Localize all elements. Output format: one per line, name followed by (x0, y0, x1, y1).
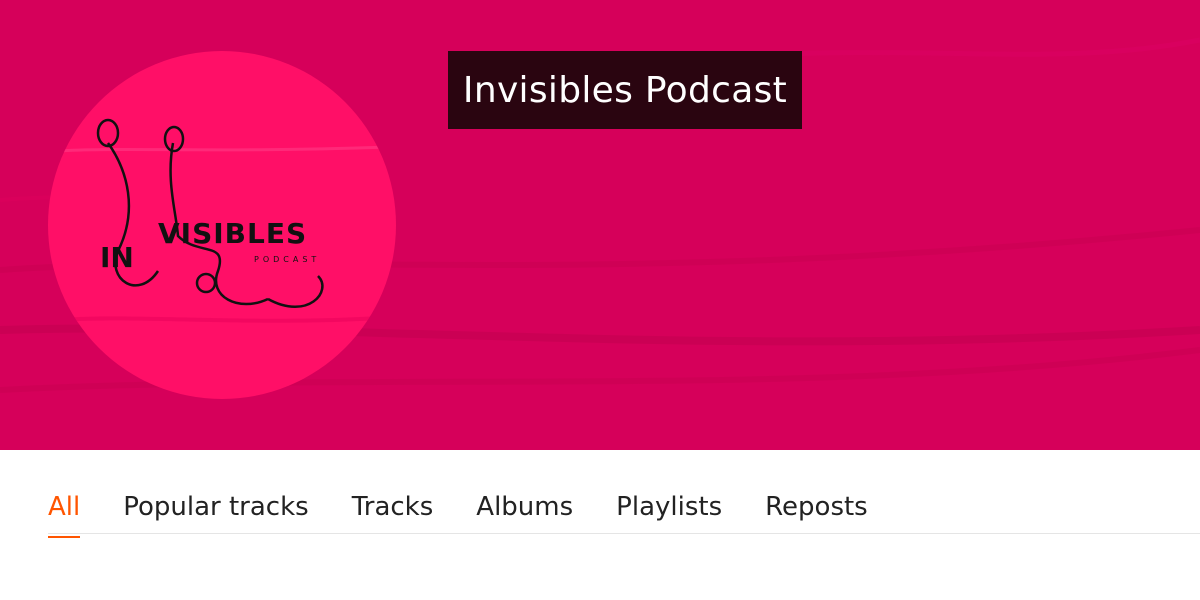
profile-tabs: All Popular tracks Tracks Albums Playlis… (48, 452, 1200, 538)
svg-text:PODCAST: PODCAST (254, 255, 320, 264)
svg-text:IN: IN (100, 241, 134, 274)
svg-text:VISIBLES: VISIBLES (158, 217, 307, 250)
profile-name: Invisibles Podcast (462, 69, 788, 111)
tab-tracks[interactable]: Tracks (352, 454, 434, 536)
profile-name-box: Invisibles Podcast (448, 51, 802, 129)
tab-albums[interactable]: Albums (476, 454, 573, 536)
tab-popular-tracks[interactable]: Popular tracks (123, 454, 308, 536)
tab-all[interactable]: All (48, 454, 81, 538)
tab-playlists[interactable]: Playlists (616, 454, 722, 536)
tabs-divider (48, 533, 1200, 534)
tab-reposts[interactable]: Reposts (765, 454, 868, 536)
podcast-logo: IN VISIBLES PODCAST (48, 118, 396, 323)
profile-avatar[interactable]: IN VISIBLES PODCAST (48, 51, 396, 399)
